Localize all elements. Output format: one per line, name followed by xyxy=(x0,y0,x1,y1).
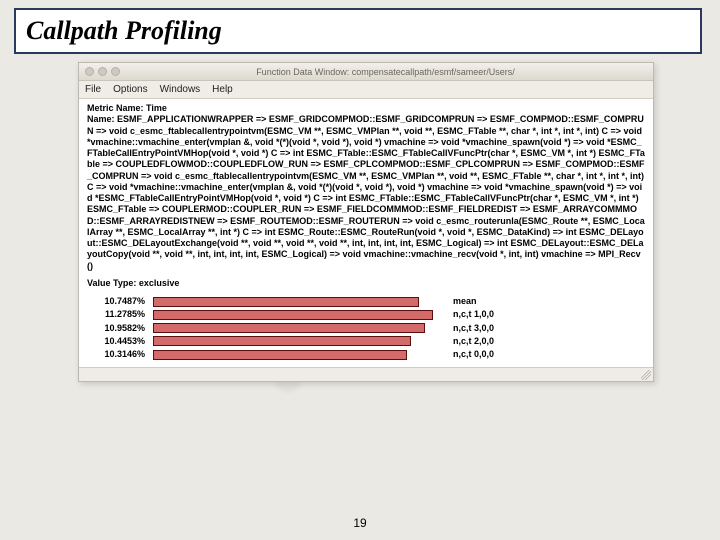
menu-file[interactable]: File xyxy=(85,84,101,95)
name-label: Name: xyxy=(87,114,115,124)
bar-track xyxy=(149,348,449,361)
callpath-text: ESMF_APPLICATIONWRAPPER => ESMF_GRIDCOMP… xyxy=(87,114,645,270)
minimize-icon[interactable] xyxy=(98,67,107,76)
close-icon[interactable] xyxy=(85,67,94,76)
bar-label: n,c,t 2,0,0 xyxy=(449,335,645,348)
menu-windows[interactable]: Windows xyxy=(160,84,201,95)
bar-track xyxy=(149,335,449,348)
bar-row[interactable]: 10.7487% mean xyxy=(87,295,645,308)
bar-percent: 11.2785% xyxy=(87,308,149,321)
bar-fill xyxy=(153,336,411,346)
bar-fill xyxy=(153,297,419,307)
bar-percent: 10.7487% xyxy=(87,295,149,308)
bar-label: mean xyxy=(449,295,645,308)
bar-row[interactable]: 10.3146% n,c,t 0,0,0 xyxy=(87,348,645,361)
bar-percent: 10.4453% xyxy=(87,335,149,348)
bar-label: n,c,t 3,0,0 xyxy=(449,322,645,335)
slide-title: Callpath Profiling xyxy=(14,8,702,54)
zoom-icon[interactable] xyxy=(111,67,120,76)
menu-options[interactable]: Options xyxy=(113,84,147,95)
bar-fill xyxy=(153,323,425,333)
window-titlebar[interactable]: Function Data Window: compensatecallpath… xyxy=(79,63,653,81)
bar-row[interactable]: 11.2785% n,c,t 1,0,0 xyxy=(87,308,645,321)
bar-percent: 10.9582% xyxy=(87,322,149,335)
metric-name-label: Metric Name: Time xyxy=(87,103,645,114)
content-pane: Metric Name: Time Name: ESMF_APPLICATION… xyxy=(79,99,653,367)
bar-fill xyxy=(153,310,433,320)
window-title: Function Data Window: compensatecallpath… xyxy=(124,67,647,77)
bar-track xyxy=(149,308,449,321)
callpath-block: Name: ESMF_APPLICATIONWRAPPER => ESMF_GR… xyxy=(87,114,645,272)
app-window: Function Data Window: compensatecallpath… xyxy=(78,62,654,382)
status-bar xyxy=(79,367,653,381)
bar-row[interactable]: 10.4453% n,c,t 2,0,0 xyxy=(87,335,645,348)
bar-chart: 10.7487% mean 11.2785% n,c,t 1,0,0 10.9582% n… xyxy=(87,295,645,361)
page-number: 19 xyxy=(0,516,720,530)
resize-grip-icon[interactable] xyxy=(641,370,651,380)
bar-label: n,c,t 0,0,0 xyxy=(449,348,645,361)
bar-fill xyxy=(153,350,407,360)
menubar: File Options Windows Help xyxy=(79,81,653,99)
bar-label: n,c,t 1,0,0 xyxy=(449,308,645,321)
value-type-label: Value Type: exclusive xyxy=(87,278,645,289)
bar-row[interactable]: 10.9582% n,c,t 3,0,0 xyxy=(87,322,645,335)
bar-track xyxy=(149,322,449,335)
bar-track xyxy=(149,295,449,308)
bar-percent: 10.3146% xyxy=(87,348,149,361)
menu-help[interactable]: Help xyxy=(212,84,233,95)
